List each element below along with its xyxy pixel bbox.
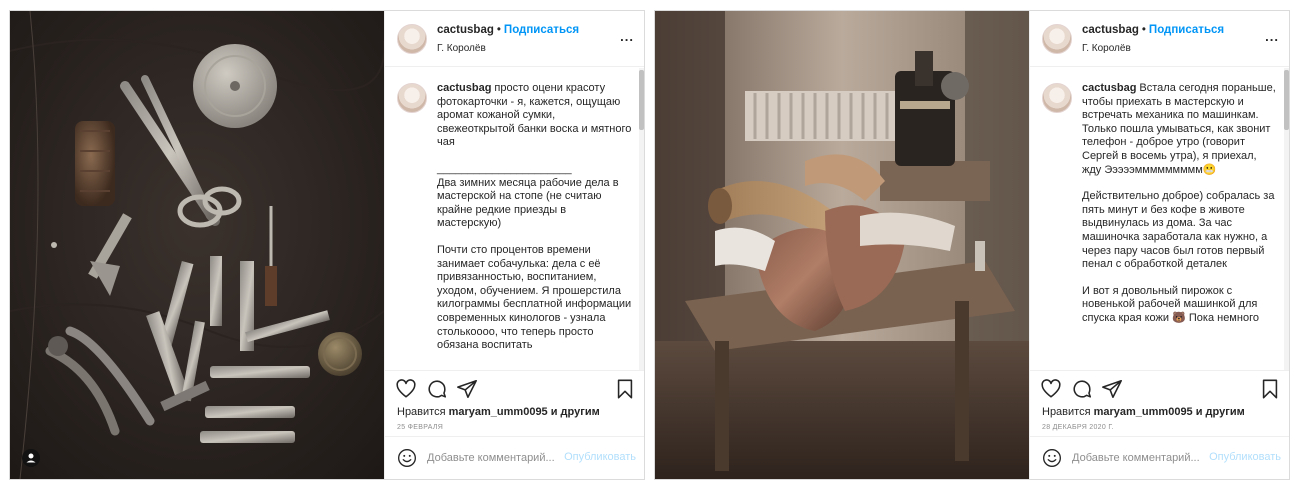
likes-others-link[interactable]: и другим xyxy=(548,406,600,418)
likes-user-link[interactable]: maryam_umm0095 xyxy=(449,406,548,418)
post-date[interactable]: 28 ДЕКАБРЯ 2020 Г. xyxy=(1042,424,1114,431)
username-link[interactable]: cactusbag xyxy=(437,24,494,36)
publish-button[interactable]: Опубликовать xyxy=(564,451,636,463)
caption-paragraph-3: И вот я довольный пирожок с новенькой ра… xyxy=(1082,284,1261,324)
comment-input[interactable] xyxy=(1072,448,1220,468)
caption-paragraph-2: ______________________ Два зимних месяца… xyxy=(437,162,619,230)
post-side-panel: cactusbag • Подписаться Г. Королёв ... cac… xyxy=(1029,11,1289,479)
caption-paragraph-1: cactusbag просто оцени красоту фотокарточ… xyxy=(437,82,633,150)
emoji-icon[interactable] xyxy=(397,448,417,468)
caption-scrollbar[interactable] xyxy=(1284,68,1289,370)
user-tag-icon[interactable] xyxy=(22,449,40,467)
likes-user-link[interactable]: maryam_umm0095 xyxy=(1094,406,1193,418)
caption-paragraph-2: Действительно доброе) собралась за пять … xyxy=(1082,190,1278,271)
post-caption: cactusbag просто оцени красоту фотокарточ… xyxy=(437,82,633,366)
post-photo-sewing-machine[interactable] xyxy=(655,11,1029,479)
likes-summary: Нравится maryam_umm0095 и другим xyxy=(1042,406,1245,418)
more-options-button[interactable]: ... xyxy=(1265,29,1279,44)
post-actions: Нравится maryam_umm0095 и другим 25 ФЕВР… xyxy=(385,370,644,436)
post-caption: cactusbag Встала сегодня пораньше, чтобы … xyxy=(1082,82,1278,339)
caption-scrollbar[interactable] xyxy=(639,68,644,370)
caption-scroll-area[interactable]: cactusbag просто оцени красоту фотокарточ… xyxy=(385,68,644,370)
avatar[interactable] xyxy=(1042,24,1072,54)
follow-button[interactable]: Подписаться xyxy=(504,24,579,36)
caption-text: Встала сегодня пораньше, чтобы приехать … xyxy=(1082,82,1279,176)
post-header: cactusbag • Подписаться Г. Королёв ... xyxy=(1030,11,1289,67)
tools-photo-illustration xyxy=(10,11,384,479)
follow-button[interactable]: Подписаться xyxy=(1149,24,1224,36)
caption-username-link[interactable]: cactusbag xyxy=(1082,82,1136,94)
emoji-icon[interactable] xyxy=(1042,448,1062,468)
scrollbar-thumb[interactable] xyxy=(639,70,644,130)
more-options-button[interactable]: ... xyxy=(620,29,634,44)
add-comment-row: Опубликовать xyxy=(385,436,644,479)
avatar[interactable] xyxy=(397,24,427,54)
location-link[interactable]: Г. Королёв xyxy=(437,43,486,54)
caption-username-link[interactable]: cactusbag xyxy=(437,82,491,94)
likes-prefix: Нравится xyxy=(397,406,449,418)
share-icon[interactable] xyxy=(1101,378,1123,400)
likes-summary: Нравится maryam_umm0095 и другим xyxy=(397,406,600,418)
header-user-line: cactusbag • Подписаться xyxy=(1082,24,1224,36)
caption-avatar[interactable] xyxy=(1042,83,1072,113)
scrollbar-thumb[interactable] xyxy=(1284,70,1289,130)
share-icon[interactable] xyxy=(456,378,478,400)
post-date[interactable]: 25 ФЕВРАЛЯ xyxy=(397,424,443,431)
bookmark-icon[interactable] xyxy=(1259,378,1281,400)
add-comment-row: Опубликовать xyxy=(1030,436,1289,479)
header-user-line: cactusbag • Подписаться xyxy=(437,24,579,36)
bookmark-icon[interactable] xyxy=(614,378,636,400)
post-photo-leather-tools[interactable] xyxy=(10,11,384,479)
post-actions: Нравится maryam_umm0095 и другим 28 ДЕКА… xyxy=(1030,370,1289,436)
likes-prefix: Нравится xyxy=(1042,406,1094,418)
post-header: cactusbag • Подписаться Г. Королёв ... xyxy=(385,11,644,67)
location-link[interactable]: Г. Королёв xyxy=(1082,43,1131,54)
post-side-panel: cactusbag • Подписаться Г. Королёв ... cac… xyxy=(384,11,644,479)
likes-others-link[interactable]: и другим xyxy=(1193,406,1245,418)
publish-button[interactable]: Опубликовать xyxy=(1209,451,1281,463)
caption-paragraph-3: Почти сто процентов времени занимает соб… xyxy=(437,243,635,352)
comment-input[interactable] xyxy=(427,448,575,468)
caption-scroll-area[interactable]: cactusbag Встала сегодня пораньше, чтобы … xyxy=(1030,68,1289,370)
heart-icon[interactable] xyxy=(1040,378,1062,400)
separator-dot: • xyxy=(496,24,501,36)
user-tag-glyph xyxy=(26,453,36,463)
comment-icon[interactable] xyxy=(426,378,448,400)
username-link[interactable]: cactusbag xyxy=(1082,24,1139,36)
caption-paragraph-1: cactusbag Встала сегодня пораньше, чтобы … xyxy=(1082,82,1278,177)
comment-icon[interactable] xyxy=(1071,378,1093,400)
heart-icon[interactable] xyxy=(395,378,417,400)
post-card: cactusbag • Подписаться Г. Королёв ... cac… xyxy=(654,10,1290,480)
caption-avatar[interactable] xyxy=(397,83,427,113)
workshop-photo-illustration xyxy=(655,11,1029,479)
post-card: cactusbag • Подписаться Г. Королёв ... cac… xyxy=(9,10,645,480)
separator-dot: • xyxy=(1141,24,1146,36)
